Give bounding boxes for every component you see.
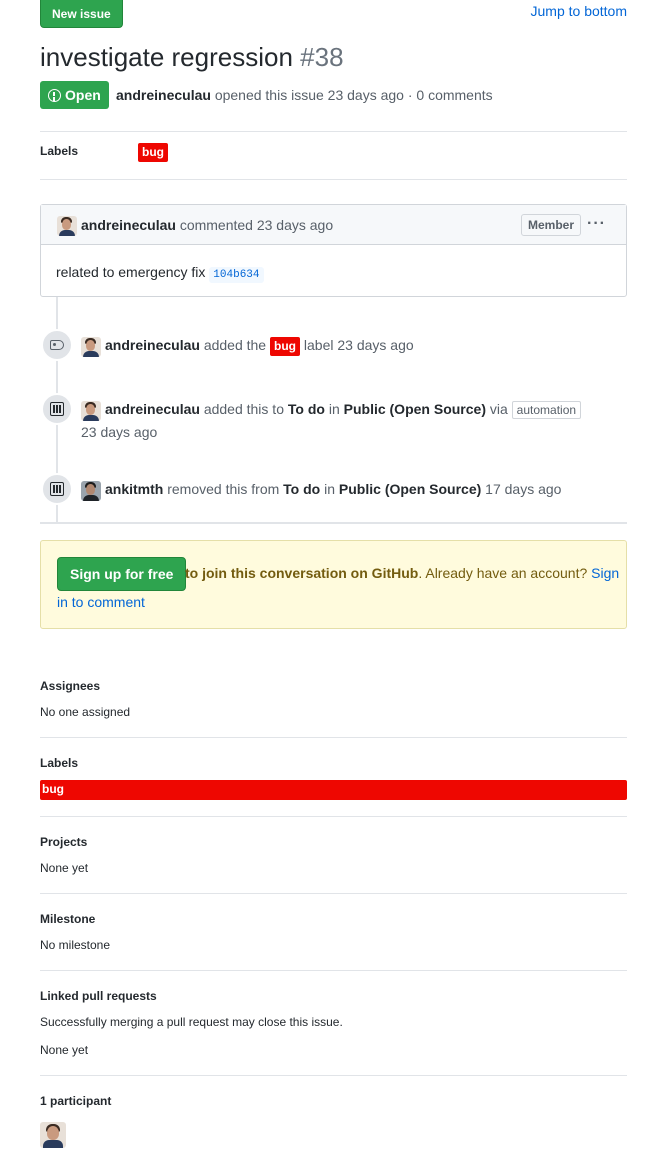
labels-row-title: Labels [40, 144, 79, 158]
assignees-value: No one assigned [40, 705, 131, 719]
avatar[interactable] [81, 481, 101, 501]
comment-time: commented 23 days ago [179, 217, 334, 233]
milestone-value: No milestone [40, 938, 111, 952]
timeline-event-labeled: andreineculau added the bug label 23 day… [105, 337, 414, 356]
event-text: added this to [203, 401, 284, 417]
project-link[interactable]: Public (Open Source) [344, 401, 486, 417]
sign-in-link[interactable]: Sign [591, 565, 619, 581]
commit-sha-link[interactable]: 104b634 [209, 267, 264, 283]
actor-link[interactable]: andreineculau [105, 337, 200, 353]
milestone-title[interactable]: Milestone [40, 912, 95, 926]
issue-opened-icon [48, 88, 61, 102]
issue-number: #38 [300, 42, 344, 72]
event-text: in [328, 401, 340, 417]
event-text: removed this from [167, 481, 280, 497]
avatar[interactable] [81, 337, 101, 357]
project-icon-badge [41, 473, 73, 505]
projects-title[interactable]: Projects [40, 835, 87, 849]
linked-prs-title[interactable]: Linked pull requests [40, 989, 157, 1003]
project-icon [50, 402, 64, 416]
divider [40, 737, 627, 738]
more-options-icon[interactable]: ··· [587, 216, 606, 232]
bug-label[interactable]: bug [270, 337, 300, 356]
comment-body: related to emergency fix 104b634 [56, 264, 264, 283]
project-column: To do [283, 481, 321, 497]
member-badge: Member [520, 214, 581, 236]
timeline-event-removed-from-project: ankitmth removed this from To do in Publ… [105, 481, 561, 497]
state-badge: Open [40, 81, 109, 109]
event-text: in [324, 481, 336, 497]
actor-link[interactable]: ankitmth [105, 481, 163, 497]
comment-author-link[interactable]: andreineculau [81, 217, 176, 233]
divider [40, 970, 627, 971]
assignees-title[interactable]: Assignees [40, 679, 100, 693]
participant-avatar[interactable] [40, 1122, 66, 1148]
state-label: Open [65, 87, 101, 103]
participants-title: 1 participant [40, 1094, 112, 1108]
event-text: added the [203, 337, 267, 353]
issue-meta: andreineculau opened this issue 23 days … [116, 87, 493, 103]
project-icon [50, 482, 64, 496]
event-text: via [489, 401, 508, 417]
labels-title[interactable]: Labels [40, 756, 78, 770]
issue-title: investigate regression #38 [40, 42, 344, 73]
comment-meta: andreineculau commented 23 days ago [81, 217, 333, 233]
event-time: 17 days ago [485, 481, 562, 497]
jump-to-bottom-link[interactable]: Jump to bottom [531, 3, 628, 19]
divider [40, 893, 627, 894]
linked-prs-description: Successfully merging a pull request may … [40, 1015, 343, 1029]
author-link[interactable]: andreineculau [116, 87, 211, 103]
project-link[interactable]: Public (Open Source) [339, 481, 481, 497]
bug-label[interactable]: bug [40, 780, 627, 800]
bug-label[interactable]: bug [138, 143, 168, 162]
sign-in-link-continued[interactable]: in to comment [57, 594, 145, 610]
divider [40, 179, 627, 180]
signup-banner: Sign up for free to join this conversati… [40, 540, 627, 629]
signup-text: to join this conversation on GitHub. Alr… [185, 565, 619, 581]
event-text: label 23 days ago [303, 337, 414, 353]
actor-link[interactable]: andreineculau [105, 401, 200, 417]
comment-header: andreineculau commented 23 days ago Memb… [41, 205, 626, 245]
projects-value: None yet [40, 861, 89, 875]
project-icon-badge [41, 393, 73, 425]
signup-rest-text: . Already have an account? [418, 565, 588, 581]
divider [40, 1075, 627, 1076]
automation-badge: automation [511, 401, 582, 419]
timeline-event-added-to-project: andreineculau added this to To do in Pub… [105, 401, 582, 419]
timeline-end-divider [40, 522, 627, 524]
issue-title-text: investigate regression [40, 42, 293, 72]
signup-bold-text: to join this conversation on GitHub [185, 565, 419, 581]
comment-body-text: related to emergency fix [56, 264, 206, 280]
linked-prs-value: None yet [40, 1043, 89, 1057]
comment-box: andreineculau commented 23 days ago Memb… [40, 204, 627, 297]
avatar[interactable] [81, 401, 101, 421]
tag-icon-badge [41, 329, 73, 361]
opened-text: opened this issue 23 days ago · 0 commen… [214, 87, 493, 103]
sign-up-button[interactable]: Sign up for free [57, 557, 187, 591]
event-time: 23 days ago [81, 424, 158, 440]
divider [40, 816, 627, 817]
divider [40, 131, 627, 132]
project-column: To do [287, 401, 325, 417]
new-issue-button[interactable]: New issue [40, 0, 123, 28]
tag-icon [50, 340, 64, 350]
avatar[interactable] [57, 216, 77, 236]
